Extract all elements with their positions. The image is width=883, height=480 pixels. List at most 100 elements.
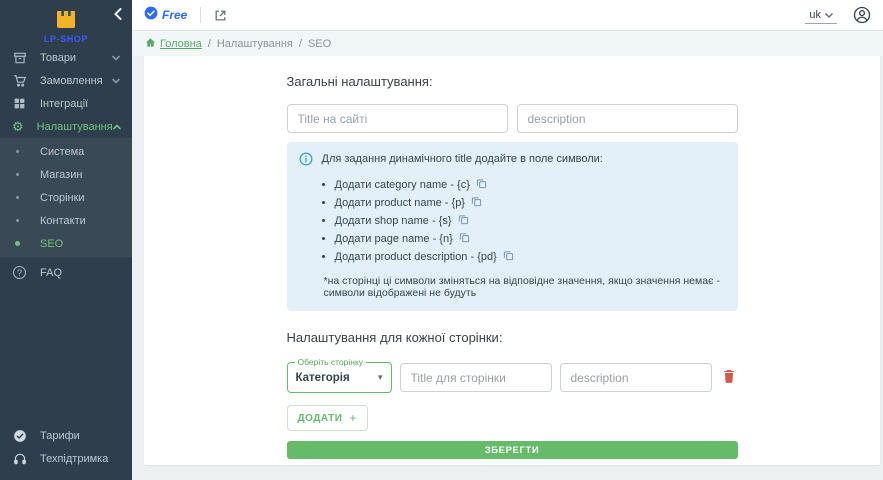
list-item: Додати product description - {pd} [335,250,726,264]
sidebar-item-support[interactable]: Техпідтримка [0,447,132,470]
verified-check-icon [144,6,158,25]
sidebar-item-faq[interactable]: ? FAQ [0,261,132,284]
bullet-dot [15,241,20,246]
save-button[interactable]: ЗБЕРЕГТИ [287,441,738,459]
dynamic-title-info-box: Для задання динамічного title додайте в … [287,142,738,311]
sidebar-item-label: Замовлення [40,75,112,87]
plan-badge[interactable]: Free [144,6,187,25]
plan-badge-label: Free [162,8,187,22]
sub-item-label: Система [40,146,84,158]
sidebar-item-label: Техпідтримка [40,453,120,465]
app-root: LP-SHOP Товари Замовлення [0,0,883,480]
copy-icon[interactable] [503,250,514,264]
sub-item-label: SEO [40,238,63,250]
sidebar-item-contacts[interactable]: Контакти [0,209,132,232]
page-select-label: Оберіть сторінку [295,357,367,367]
sidebar-item-seo[interactable]: SEO [0,232,132,255]
chevron-down-icon: ▾ [378,372,383,383]
sidebar-item-products[interactable]: Товари [0,46,132,69]
headset-icon [12,452,27,466]
sidebar-logo-row: LP-SHOP [0,0,132,46]
sidebar-item-settings[interactable]: ⚙ Налаштування [0,115,132,138]
breadcrumb-home-link[interactable]: Головна [145,37,202,51]
grid-icon [12,97,27,110]
chevron-down-icon [112,78,120,84]
check-badge-icon [12,429,27,443]
symbol-list: Додати category name - {c} Додати produc… [335,178,726,264]
topbar: Free uk [132,0,883,31]
account-icon[interactable] [853,6,871,24]
info-icon [299,152,313,169]
sidebar-collapse-icon[interactable] [114,8,122,20]
page-select[interactable]: Оберіть сторінку Категорія ▾ [287,362,392,393]
chevron-up-icon [113,124,121,130]
sub-item-label: Контакти [40,215,86,227]
shopping-bag-icon [54,6,78,33]
home-icon [145,37,156,51]
language-value: uk [809,9,821,21]
logo-text: LP-SHOP [44,34,88,44]
section-divider [144,470,880,471]
copy-icon[interactable] [476,178,487,192]
symbol-text: Додати product name - {p} [335,197,466,209]
cart-icon [12,74,27,88]
copy-icon[interactable] [471,196,482,210]
page-description-input[interactable] [560,363,712,392]
breadcrumb-separator: / [208,38,211,50]
breadcrumb-current: SEO [308,38,331,50]
sidebar-item-tariffs[interactable]: Тарифи [0,424,132,447]
breadcrumb-home-label: Головна [160,38,202,50]
sidebar-item-integrations[interactable]: Інтеграції [0,92,132,115]
box-icon [12,51,27,65]
per-page-form-row: Оберіть сторінку Категорія ▾ [287,362,738,393]
bullet-dot [16,196,19,199]
chevron-down-icon [112,55,120,61]
sidebar: LP-SHOP Товари Замовлення [0,0,132,480]
sidebar-item-shop[interactable]: Магазин [0,163,132,186]
sub-item-label: Магазин [40,169,82,181]
info-footnote: *на сторінці ці символи зміняться на від… [324,275,726,299]
copy-icon[interactable] [458,214,469,228]
symbol-text: Додати category name - {c} [335,179,470,191]
page-select-value: Категорія [296,372,378,384]
add-row-button[interactable]: ДОДАТИ + [287,405,368,431]
language-select[interactable]: uk [805,6,837,24]
sidebar-item-label: Інтеграції [40,98,120,110]
bullet-dot [16,150,19,153]
copy-icon[interactable] [459,232,470,246]
symbol-text: Додати page name - {n} [335,233,453,245]
add-button-label: ДОДАТИ [298,413,343,424]
bullet-dot [16,173,19,176]
topbar-divider [200,7,201,23]
gear-icon: ⚙ [12,120,24,133]
sidebar-item-label: Налаштування [37,121,113,133]
site-description-input[interactable] [517,104,738,133]
sidebar-bottom: Тарифи Техпідтримка [0,424,132,470]
question-icon: ? [12,266,27,279]
per-page-heading: Налаштування для кожної сторінки: [287,330,738,345]
breadcrumb-section[interactable]: Налаштування [217,38,293,50]
delete-row-button[interactable] [720,369,738,386]
seo-settings-card: Загальні налаштування: Для задання динам… [144,56,880,465]
open-in-new-icon[interactable] [214,9,227,22]
list-item: Додати category name - {c} [335,178,726,192]
page-title-input[interactable] [400,363,552,392]
general-inputs-row [287,104,738,133]
sidebar-item-label: Тарифи [40,430,120,442]
lp-shop-logo[interactable]: LP-SHOP [44,6,88,44]
list-item: Додати shop name - {s} [335,214,726,228]
symbol-text: Додати shop name - {s} [335,215,452,227]
site-title-input[interactable] [287,104,508,133]
breadcrumb-separator: / [299,38,302,50]
sub-item-label: Сторінки [40,192,85,204]
list-item: Додати page name - {n} [335,232,726,246]
sidebar-item-orders[interactable]: Замовлення [0,69,132,92]
chevron-down-icon [825,9,833,21]
info-box-heading: Для задання динамічного title додайте в … [322,153,603,165]
sidebar-nav: Товари Замовлення Інтеграції [0,46,132,138]
list-item: Додати product name - {p} [335,196,726,210]
sidebar-item-label: FAQ [40,267,120,279]
sidebar-item-system[interactable]: Система [0,140,132,163]
sidebar-item-label: Товари [40,52,112,64]
sidebar-item-pages[interactable]: Сторінки [0,186,132,209]
